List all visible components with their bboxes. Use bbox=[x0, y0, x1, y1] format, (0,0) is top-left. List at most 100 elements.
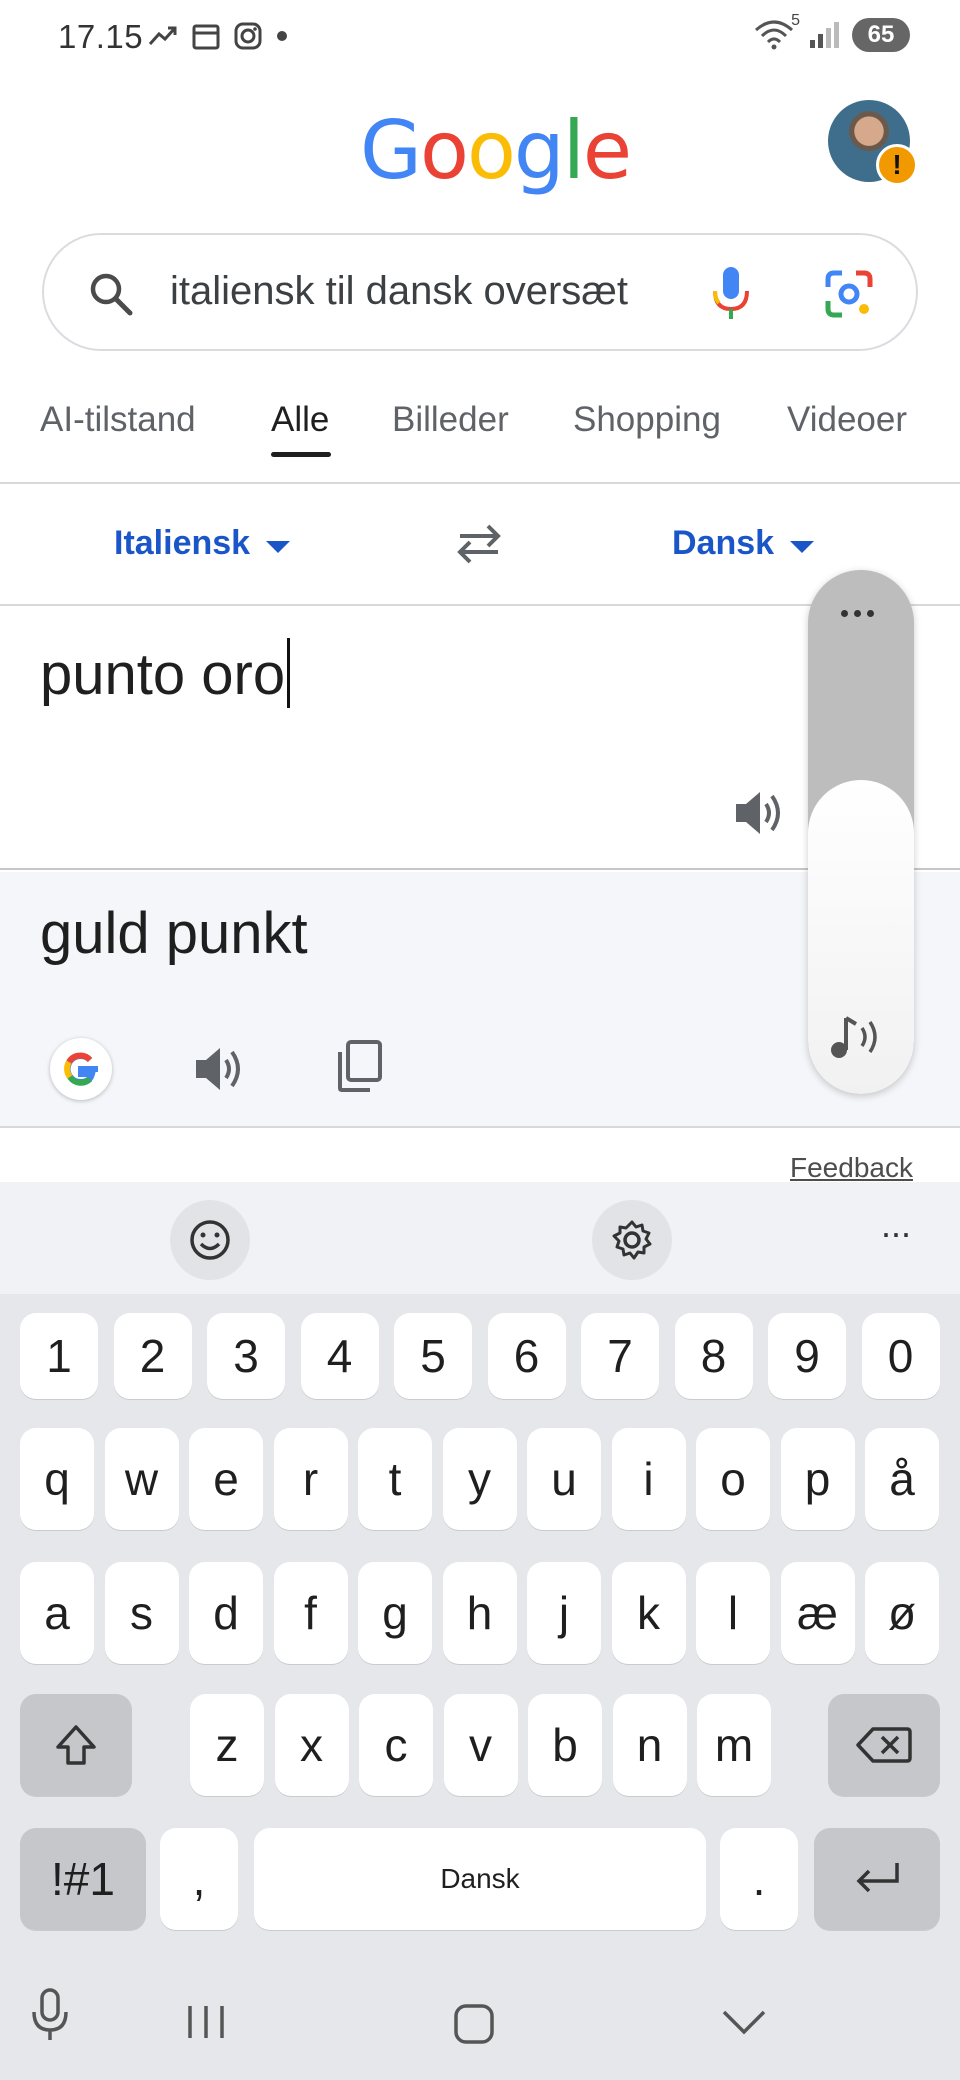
voice-input-icon[interactable] bbox=[30, 1988, 70, 2044]
keyboard: 1 2 3 4 5 6 7 8 9 0 q w e r t y u i o p å a s d f g h j k l æ ø z x c v b n m!… bbox=[0, 1294, 960, 1958]
status-notification-icons bbox=[148, 22, 288, 50]
speaker-icon[interactable] bbox=[732, 786, 786, 840]
logo-letter: e bbox=[582, 104, 632, 197]
key-8[interactable]: 8 bbox=[674, 1313, 753, 1399]
keyboard-more-button[interactable]: ··· bbox=[880, 1212, 912, 1254]
key-7[interactable]: 7 bbox=[581, 1313, 659, 1399]
tab-all[interactable]: Alle bbox=[271, 400, 329, 440]
feedback-link[interactable]: Feedback bbox=[790, 1152, 913, 1184]
search-input[interactable]: italiensk til dansk oversæt bbox=[170, 269, 628, 314]
key-e[interactable]: e bbox=[189, 1428, 263, 1530]
key-a[interactable]: a bbox=[20, 1562, 94, 1664]
key-0[interactable]: 0 bbox=[861, 1313, 940, 1399]
comma-key[interactable]: , bbox=[160, 1828, 238, 1930]
tab-ai-mode[interactable]: AI-tilstand bbox=[40, 400, 196, 440]
key-y[interactable]: y bbox=[442, 1428, 517, 1530]
gear-icon bbox=[612, 1220, 652, 1260]
key-6[interactable]: 6 bbox=[487, 1313, 566, 1399]
key-z[interactable]: z bbox=[190, 1694, 264, 1796]
wifi-badge: 5 bbox=[791, 12, 800, 29]
source-language-label: Italiensk bbox=[114, 524, 251, 562]
key-s[interactable]: s bbox=[104, 1562, 179, 1664]
target-language-label: Dansk bbox=[672, 524, 775, 562]
key-g[interactable]: g bbox=[358, 1562, 432, 1664]
key-4[interactable]: 4 bbox=[300, 1313, 379, 1399]
keyboard-settings-button[interactable] bbox=[592, 1200, 672, 1280]
dot-icon bbox=[277, 31, 287, 41]
logo-letter: l bbox=[562, 104, 585, 197]
backspace-key[interactable] bbox=[828, 1694, 940, 1796]
key-k[interactable]: k bbox=[611, 1562, 686, 1664]
translate-output: guld punkt bbox=[40, 901, 308, 966]
more-options-icon[interactable] bbox=[841, 610, 874, 617]
floating-side-panel[interactable] bbox=[808, 570, 914, 1094]
key-æ[interactable]: æ bbox=[780, 1562, 855, 1664]
space-bar[interactable]: Dansk bbox=[254, 1828, 706, 1930]
key-t[interactable]: t bbox=[358, 1428, 432, 1530]
key-i[interactable]: i bbox=[611, 1428, 686, 1530]
key-l[interactable]: l bbox=[696, 1562, 770, 1664]
chevron-down-icon[interactable] bbox=[720, 2008, 768, 2038]
key-b[interactable]: b bbox=[528, 1694, 602, 1796]
trending-icon bbox=[148, 26, 177, 46]
key-v[interactable]: v bbox=[443, 1694, 518, 1796]
key-r[interactable]: r bbox=[273, 1428, 348, 1530]
recent-apps-icon[interactable] bbox=[184, 2002, 230, 2042]
period-key[interactable]: . bbox=[720, 1828, 798, 1930]
music-sound-icon[interactable] bbox=[828, 1010, 888, 1062]
key-u[interactable]: u bbox=[527, 1428, 601, 1530]
source-language-select[interactable]: Italiensk bbox=[114, 524, 291, 563]
backspace-icon bbox=[856, 1727, 912, 1763]
key-c[interactable]: c bbox=[359, 1694, 433, 1796]
search-tabs: AI-tilstand Alle Billeder Shopping Video… bbox=[0, 398, 960, 484]
google-lens-icon[interactable] bbox=[824, 269, 874, 319]
key-o[interactable]: o bbox=[696, 1428, 770, 1530]
google-logo[interactable]: Google bbox=[360, 104, 632, 197]
instagram-icon bbox=[234, 22, 262, 50]
logo-letter: G bbox=[360, 104, 422, 197]
key-ø[interactable]: ø bbox=[865, 1562, 939, 1664]
key-q[interactable]: q bbox=[20, 1428, 94, 1530]
key-5[interactable]: 5 bbox=[394, 1313, 472, 1399]
enter-key[interactable] bbox=[814, 1828, 940, 1930]
chevron-down-icon bbox=[266, 540, 291, 553]
key-3[interactable]: 3 bbox=[207, 1313, 285, 1399]
key-å[interactable]: å bbox=[865, 1428, 939, 1530]
emoji-button[interactable] bbox=[170, 1200, 250, 1280]
speaker-icon[interactable] bbox=[192, 1042, 246, 1096]
key-w[interactable]: w bbox=[104, 1428, 179, 1530]
translate-input[interactable]: punto oro bbox=[40, 638, 291, 708]
key-x[interactable]: x bbox=[274, 1694, 349, 1796]
text-cursor bbox=[287, 638, 291, 708]
key-f[interactable]: f bbox=[273, 1562, 348, 1664]
key-2[interactable]: 2 bbox=[113, 1313, 192, 1399]
logo-letter: o bbox=[420, 104, 469, 197]
key-d[interactable]: d bbox=[189, 1562, 263, 1664]
tab-videos[interactable]: Videoer bbox=[787, 400, 907, 440]
google-g-icon bbox=[64, 1052, 98, 1086]
key-m[interactable]: m bbox=[697, 1694, 771, 1796]
key-h[interactable]: h bbox=[442, 1562, 517, 1664]
tab-shopping[interactable]: Shopping bbox=[573, 400, 721, 440]
swap-languages-icon[interactable] bbox=[454, 522, 504, 566]
language-selector-row: Italiensk Dansk bbox=[0, 486, 960, 606]
key-9[interactable]: 9 bbox=[768, 1313, 846, 1399]
signal-icon bbox=[810, 22, 839, 48]
key-p[interactable]: p bbox=[780, 1428, 855, 1530]
shift-icon bbox=[56, 1725, 96, 1765]
logo-letter: g bbox=[513, 104, 565, 197]
symbols-key[interactable]: !#1 bbox=[20, 1828, 146, 1930]
keyboard-toolbar: ··· bbox=[0, 1182, 960, 1294]
side-panel-handle[interactable] bbox=[808, 780, 914, 1094]
google-g-button[interactable] bbox=[50, 1038, 112, 1100]
target-language-select[interactable]: Dansk bbox=[672, 524, 815, 563]
home-icon[interactable] bbox=[452, 2002, 496, 2046]
tab-images[interactable]: Billeder bbox=[392, 400, 509, 440]
search-box[interactable]: italiensk til dansk oversæt bbox=[42, 233, 918, 351]
key-j[interactable]: j bbox=[527, 1562, 601, 1664]
microphone-icon[interactable] bbox=[710, 265, 752, 323]
key-n[interactable]: n bbox=[612, 1694, 687, 1796]
shift-key[interactable] bbox=[20, 1694, 132, 1796]
key-1[interactable]: 1 bbox=[20, 1313, 98, 1399]
copy-icon[interactable] bbox=[334, 1038, 386, 1094]
